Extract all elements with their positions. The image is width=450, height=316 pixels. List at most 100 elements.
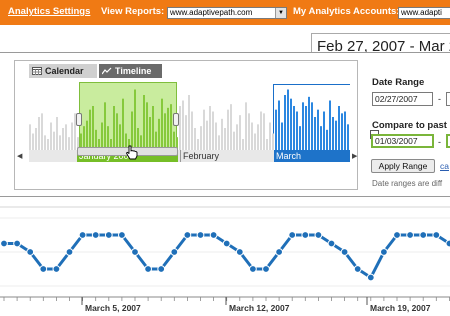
timeline-bar — [317, 109, 319, 150]
timeline-bar — [158, 118, 160, 150]
timeline-bar — [146, 102, 148, 150]
tab-calendar-label: Calendar — [45, 66, 84, 76]
scroll-left-arrow-icon[interactable]: ◀ — [17, 152, 22, 160]
data-point — [104, 231, 113, 239]
month-february[interactable]: February — [180, 150, 270, 162]
data-point — [380, 248, 388, 256]
timeline-bar — [203, 109, 205, 150]
timeline-bar — [293, 106, 295, 150]
view-reports-select[interactable]: www.adaptivepath.com ▼ — [167, 7, 287, 19]
timeline-bar — [323, 111, 325, 150]
timeline-bar — [248, 113, 250, 150]
range-start-handle[interactable] — [76, 113, 82, 126]
timeline-bar — [239, 115, 241, 150]
timeline-bar — [326, 129, 328, 150]
timeline-bar — [215, 122, 217, 150]
timeline-bar — [287, 89, 289, 150]
timeline-bar — [68, 137, 70, 150]
analytics-settings-link[interactable]: Analytics Settings — [8, 6, 90, 17]
x-tick-label: March 19, 2007 — [370, 303, 431, 313]
timeline-bar — [254, 133, 256, 150]
timeline-bar — [329, 100, 331, 150]
timeline-bar — [302, 102, 304, 150]
timeline-bar — [341, 113, 343, 150]
data-point — [0, 239, 8, 248]
timeline-bar — [38, 117, 40, 150]
timeline-bar — [35, 128, 37, 150]
data-point — [314, 231, 323, 239]
x-tick-label: March 5, 2007 — [85, 303, 141, 313]
scroll-right-arrow-icon[interactable]: ▶ — [352, 152, 357, 160]
calendar-icon — [32, 65, 42, 79]
timeline-bar — [320, 126, 322, 150]
compare-start-date-field[interactable]: 01/03/2007 — [371, 134, 434, 148]
timeline-bar — [236, 124, 238, 150]
end-date-field[interactable] — [446, 92, 450, 106]
x-tick-label: March 12, 2007 — [229, 303, 290, 313]
timeline-bar — [263, 113, 265, 150]
timeline-bar — [170, 104, 172, 150]
date-range-label: Date Range — [372, 77, 425, 88]
view-reports-value: www.adaptivepath.com — [170, 8, 253, 17]
timeline-bar — [188, 95, 190, 150]
timeline-bar — [230, 104, 232, 150]
timeline-bar — [227, 109, 229, 150]
accounts-value: www.adapti — [401, 8, 442, 17]
cancel-link[interactable]: ca — [440, 161, 449, 171]
timeline-bar — [113, 106, 115, 150]
chevron-down-icon: ▼ — [275, 8, 286, 18]
timeline-bar — [104, 102, 106, 150]
timeline-bar — [44, 135, 46, 150]
timeline-bar — [308, 96, 310, 150]
tab-timeline-label: Timeline — [115, 66, 152, 76]
timeline-bar — [164, 113, 166, 150]
timeline-bar — [50, 122, 52, 150]
compare-label: Compare to past — [372, 120, 447, 131]
timeline-bar — [338, 106, 340, 150]
timeline-bar — [53, 131, 55, 150]
data-point — [209, 231, 218, 239]
timeline-bar — [296, 111, 298, 150]
timeline-bar — [290, 98, 292, 150]
timeline-bar — [209, 106, 211, 150]
month-march[interactable]: March — [274, 150, 350, 162]
timeline-icon — [101, 65, 112, 79]
data-point — [222, 239, 231, 248]
data-point — [419, 231, 428, 239]
compare-range-dash: - — [438, 137, 441, 147]
timeline-bar — [269, 122, 271, 150]
timeline-bar — [179, 106, 181, 150]
data-point — [39, 265, 48, 273]
data-point — [288, 231, 297, 239]
timeline-bar — [101, 122, 103, 150]
range-end-handle[interactable] — [173, 113, 179, 126]
data-point — [275, 248, 284, 256]
timeline-bar — [218, 135, 220, 150]
start-date-field[interactable]: 02/27/2007 — [372, 92, 433, 106]
data-point — [131, 248, 139, 256]
timeline-bar — [92, 106, 94, 150]
data-point — [301, 231, 310, 239]
compare-end-date-field[interactable] — [446, 134, 450, 148]
data-point — [144, 265, 153, 273]
tab-calendar[interactable]: Calendar — [29, 64, 97, 78]
timeline-bar — [281, 122, 283, 150]
data-point — [65, 248, 74, 256]
data-point — [52, 265, 61, 273]
timeline-bar — [200, 126, 202, 150]
timeline-bar — [212, 111, 214, 150]
timeline-bar — [257, 124, 259, 150]
timeline-bar — [62, 128, 64, 150]
timeline-bar — [71, 122, 73, 150]
view-reports-label: View Reports: — [101, 6, 165, 17]
timeline-bar — [344, 111, 346, 150]
hand-cursor-icon — [125, 145, 139, 162]
timeline-bar — [29, 124, 31, 150]
timeline-bar — [116, 113, 118, 150]
accounts-select[interactable]: www.adapti — [398, 7, 450, 19]
top-navigation-bar: Analytics Settings View Reports: www.ada… — [0, 0, 450, 25]
timeline-bar — [65, 124, 67, 150]
data-point — [340, 248, 349, 256]
tab-timeline[interactable]: Timeline — [99, 64, 162, 78]
apply-range-button[interactable]: Apply Range — [371, 159, 435, 173]
